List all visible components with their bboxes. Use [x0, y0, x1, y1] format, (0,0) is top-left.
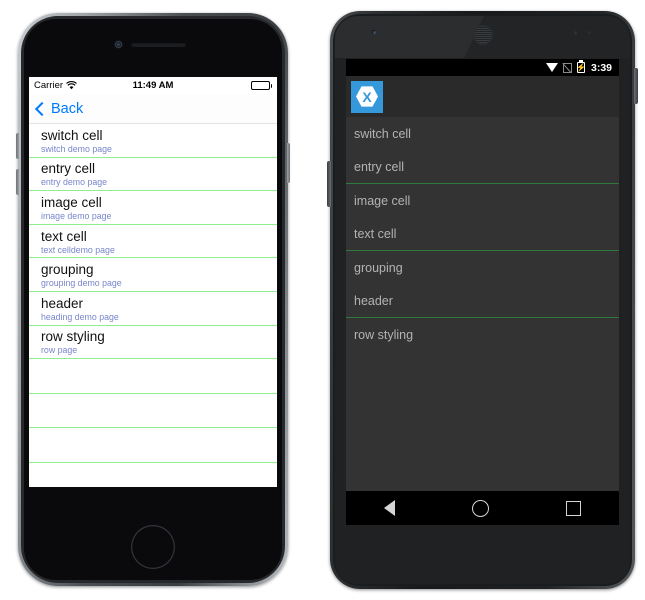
- back-button-label: Back: [51, 100, 84, 117]
- charging-bolt-icon: ⚡: [576, 62, 586, 72]
- status-time: 11:49 AM: [132, 80, 174, 91]
- volume-up-button[interactable]: [16, 133, 19, 159]
- list-item-empty: [29, 359, 277, 394]
- android-status-bar: ⚡ 3:39: [346, 59, 619, 76]
- chevron-left-icon: [34, 101, 50, 116]
- list-item-subtitle: image demo page: [41, 210, 112, 221]
- android-device-mockup: ⚡ 3:39 X switch cell entry cell image cell…: [327, 11, 638, 589]
- power-button[interactable]: [287, 143, 290, 183]
- list-item-subtitle: grouping demo page: [41, 278, 122, 289]
- list-item[interactable]: row styling row page: [29, 326, 277, 360]
- list-item[interactable]: header: [346, 284, 619, 317]
- list-item[interactable]: entry cell: [346, 150, 619, 183]
- list-item[interactable]: row styling: [346, 318, 619, 351]
- earpiece-speaker-icon: [472, 25, 493, 45]
- list-item[interactable]: switch cell: [346, 117, 619, 150]
- android-action-bar: X: [346, 76, 619, 117]
- list-item-title: entry cell: [41, 161, 96, 177]
- logo-letter: X: [362, 88, 372, 105]
- power-button[interactable]: [327, 161, 331, 207]
- xamarin-logo-icon[interactable]: X: [351, 80, 383, 113]
- list-item-title: text cell: [41, 228, 87, 244]
- wifi-icon: [545, 63, 558, 72]
- list-item-title: image cell: [41, 194, 102, 210]
- list-item-subtitle: switch demo page: [41, 143, 112, 154]
- ios-list-view[interactable]: switch cell switch demo page entry cell ent…: [29, 124, 277, 487]
- list-item-title: row styling: [41, 329, 105, 345]
- list-item-title: header: [41, 295, 84, 311]
- list-item-title: grouping: [41, 262, 94, 278]
- back-button[interactable]: Back: [34, 100, 84, 117]
- status-time: 3:39: [590, 61, 612, 74]
- nav-recents-icon[interactable]: [565, 500, 581, 516]
- list-item[interactable]: switch cell switch demo page: [29, 124, 277, 158]
- ios-navigation-bar: Back: [29, 94, 277, 124]
- list-item[interactable]: grouping grouping demo page: [29, 258, 277, 292]
- front-camera-icon: [371, 29, 377, 35]
- list-item-subtitle: heading demo page: [41, 311, 119, 322]
- battery-charging-icon: ⚡: [576, 60, 586, 73]
- list-item-empty: [29, 394, 277, 429]
- list-item[interactable]: text cell: [346, 217, 619, 250]
- list-item-title: switch cell: [41, 127, 103, 143]
- iphone-device-mockup: Carrier 11:49 AM Back switch cell switch…: [16, 13, 290, 586]
- front-camera-icon: [115, 41, 122, 48]
- android-navigation-bar: [346, 491, 619, 525]
- hexagon-shape: X: [356, 86, 378, 107]
- list-item[interactable]: grouping: [346, 251, 619, 284]
- ios-status-bar: Carrier 11:49 AM: [29, 77, 277, 94]
- android-list-view[interactable]: switch cell entry cell image cell text cell…: [346, 117, 619, 351]
- proximity-sensor-icon: [573, 31, 577, 35]
- list-item[interactable]: image cell image demo page: [29, 191, 277, 225]
- list-item-empty: [29, 428, 277, 463]
- list-item-empty: [29, 463, 277, 487]
- signal-none-icon: [562, 62, 572, 73]
- light-sensor-icon: [588, 31, 591, 34]
- earpiece-speaker-icon: [131, 42, 186, 47]
- nav-back-icon[interactable]: [384, 500, 396, 516]
- android-screen: ⚡ 3:39 X switch cell entry cell image cell…: [346, 59, 619, 525]
- home-button[interactable]: [131, 525, 175, 569]
- volume-down-button[interactable]: [16, 169, 19, 195]
- volume-button[interactable]: [634, 68, 638, 104]
- list-item-subtitle: text celldemo page: [41, 244, 115, 255]
- list-item[interactable]: entry cell entry demo page: [29, 158, 277, 192]
- nav-home-icon[interactable]: [471, 499, 489, 517]
- list-item-subtitle: row page: [41, 345, 78, 356]
- list-item[interactable]: image cell: [346, 184, 619, 217]
- list-item-subtitle: entry demo page: [41, 177, 108, 188]
- list-item[interactable]: text cell text celldemo page: [29, 225, 277, 259]
- iphone-screen: Carrier 11:49 AM Back switch cell switch…: [29, 77, 277, 487]
- list-item[interactable]: header heading demo page: [29, 292, 277, 326]
